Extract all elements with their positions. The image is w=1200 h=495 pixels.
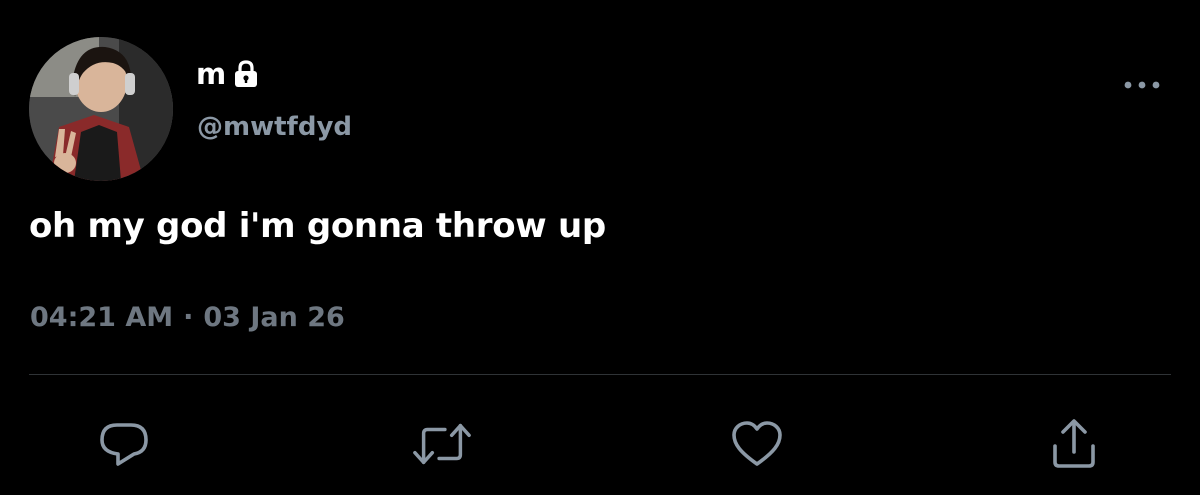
tweet-date[interactable]: 03 Jan 26 [203, 302, 344, 333]
reply-icon [100, 423, 148, 466]
lock-icon [232, 59, 260, 89]
username-handle[interactable]: @mwtfdyd [197, 112, 352, 142]
meta-separator: · [183, 302, 194, 333]
retweet-button[interactable] [412, 414, 472, 474]
tweet-timestamp[interactable]: 04:21 AM · 03 Jan 26 [30, 302, 345, 333]
tweet-text: oh my god i'm gonna throw up [29, 206, 606, 246]
like-button[interactable] [727, 414, 787, 474]
avatar-image [29, 37, 173, 181]
share-button[interactable] [1044, 414, 1104, 474]
tweet-time[interactable]: 04:21 AM [30, 302, 173, 333]
retweet-icon [413, 423, 471, 465]
reply-button[interactable] [94, 414, 154, 474]
more-options-icon[interactable] [1120, 74, 1164, 96]
heart-icon [732, 421, 782, 466]
share-icon [1053, 419, 1095, 468]
display-name[interactable]: m [196, 57, 226, 91]
avatar[interactable] [29, 37, 173, 181]
display-name-row[interactable]: m [196, 54, 260, 94]
divider [29, 374, 1171, 375]
